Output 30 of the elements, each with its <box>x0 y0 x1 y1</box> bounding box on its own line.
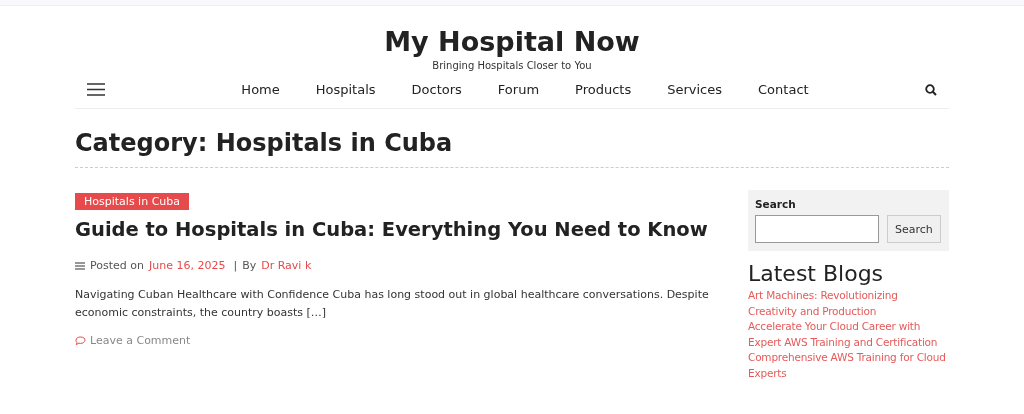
blog-link[interactable]: Art Machines: Revolutionizing Creativity and Production <box>748 288 949 319</box>
nav-link[interactable]: Contact <box>752 82 815 97</box>
nav-link[interactable]: Home <box>235 82 286 97</box>
category-tag[interactable]: Hospitals in Cuba <box>75 193 189 210</box>
posted-label: Posted on <box>90 259 144 272</box>
nav-link[interactable]: Forum <box>491 82 546 97</box>
date-link[interactable]: June 16, 2025 <box>148 259 226 272</box>
nav-link[interactable]: Hospitals <box>309 82 382 97</box>
by-label: By <box>242 259 257 272</box>
site-tagline: Bringing Hospitals Closer to You <box>432 60 592 71</box>
site-title[interactable]: My Hospital Now <box>384 26 640 58</box>
nav-link[interactable]: Services <box>661 82 729 97</box>
meta-separator: | <box>233 259 238 272</box>
nav-link[interactable]: Products <box>569 82 638 97</box>
search-label: Search <box>755 198 797 210</box>
author-link[interactable]: Dr Ravi k <box>261 259 312 272</box>
page-title: Category: Hospitals in Cuba <box>75 109 949 168</box>
menu-icon[interactable] <box>87 83 105 96</box>
blog-link[interactable]: Accelerate Your Cloud Career with Expert AWS Training and Certification <box>748 319 949 350</box>
latest-blogs-heading: Latest Blogs <box>748 261 885 286</box>
nav-link[interactable]: Doctors <box>405 82 468 97</box>
list-icon <box>75 261 85 270</box>
search-button[interactable]: Search <box>887 215 941 243</box>
post-excerpt: Navigating Cuban Healthcare with Confidence Cuba has long stood out in global healthcare conversations. Despite economic constraints, the country boasts […] <box>75 287 710 321</box>
post-title[interactable]: Guide to Hospitals in Cuba: Everything You Need to Know <box>75 218 725 241</box>
blog-link[interactable]: Comprehensive AWS Training for Cloud Experts <box>748 350 949 381</box>
search-icon[interactable] <box>925 83 937 96</box>
comment-link[interactable]: Leave a Comment <box>75 334 191 347</box>
search-field[interactable] <box>755 215 879 243</box>
speech-bubble-icon <box>75 335 86 346</box>
